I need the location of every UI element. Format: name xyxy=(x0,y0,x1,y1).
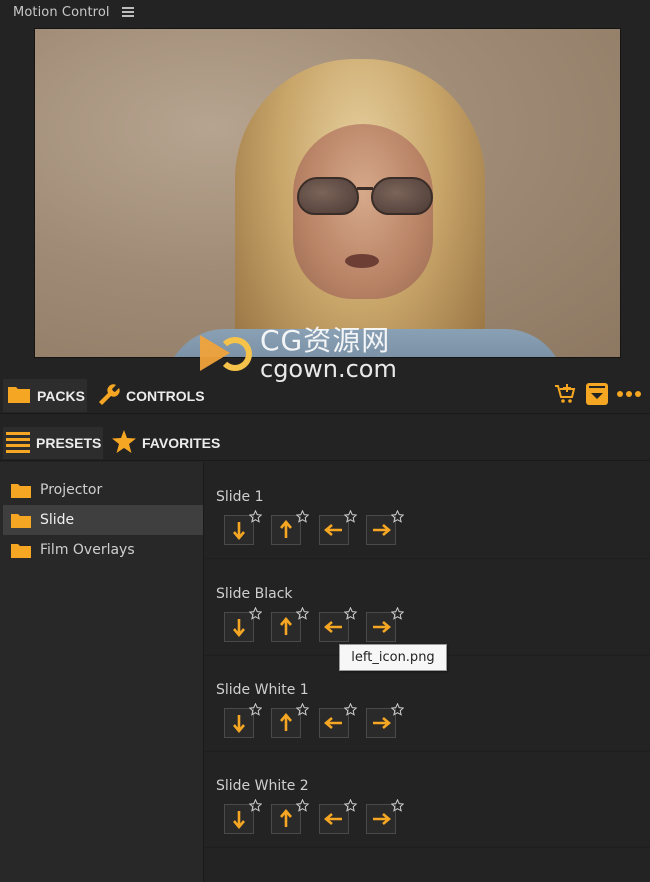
tooltip: left_icon.png xyxy=(339,644,447,671)
favorite-star-icon[interactable] xyxy=(295,508,310,523)
title-bar: Motion Control xyxy=(0,0,650,24)
favorite-star-icon[interactable] xyxy=(248,508,263,523)
favorite-star-icon[interactable] xyxy=(343,797,358,812)
tab-favorites[interactable]: FAVORITES xyxy=(112,427,227,459)
watermark-line1: CG资源网 xyxy=(260,324,391,357)
favorite-star-icon[interactable] xyxy=(343,508,358,523)
arrow-right-icon xyxy=(373,524,391,536)
favorite-star-icon[interactable] xyxy=(248,605,263,620)
sidebar-item-label: Film Overlays xyxy=(40,542,135,558)
preset-group-title: Slide White 1 xyxy=(216,682,309,698)
arrow-right-icon xyxy=(373,717,391,729)
arrow-right-icon xyxy=(373,621,391,633)
favorite-star-icon[interactable] xyxy=(390,701,405,716)
tab-packs-label: PACKS xyxy=(37,387,85,404)
sidebar-item-label: Projector xyxy=(40,482,103,498)
favorite-star-icon[interactable] xyxy=(295,701,310,716)
tab-controls[interactable]: CONTROLS xyxy=(96,379,211,412)
folder-icon xyxy=(11,483,31,498)
folder-icon xyxy=(11,543,31,558)
sidebar-item-film-overlays[interactable]: Film Overlays xyxy=(3,535,203,565)
folder-icon xyxy=(11,513,31,528)
arrow-down-icon xyxy=(233,619,245,637)
favorite-star-icon[interactable] xyxy=(343,701,358,716)
sidebar-item-label: Slide xyxy=(40,512,75,528)
panel-menu-icon[interactable] xyxy=(121,7,134,17)
add-to-cart-icon[interactable] xyxy=(552,381,578,407)
preset-group-title: Slide Black xyxy=(216,586,293,602)
arrow-left-icon xyxy=(324,717,342,729)
preset-group-title: Slide White 2 xyxy=(216,778,309,794)
favorite-star-icon[interactable] xyxy=(390,605,405,620)
arrow-left-icon xyxy=(324,813,342,825)
arrow-left-icon xyxy=(324,524,342,536)
favorite-star-icon[interactable] xyxy=(295,797,310,812)
watermark-logo-icon xyxy=(200,329,256,379)
preset-group: Slide Black xyxy=(205,560,650,656)
arrow-right-icon xyxy=(373,813,391,825)
preview-image xyxy=(34,28,621,358)
tab-controls-label: CONTROLS xyxy=(126,387,205,404)
favorite-star-icon[interactable] xyxy=(248,701,263,716)
download-icon[interactable] xyxy=(584,381,610,407)
arrow-up-icon xyxy=(280,713,292,731)
arrow-up-icon xyxy=(280,520,292,538)
arrow-down-icon xyxy=(233,715,245,733)
tab-packs[interactable]: PACKS xyxy=(3,379,87,412)
tab-favorites-label: FAVORITES xyxy=(142,435,221,451)
arrow-down-icon xyxy=(233,811,245,829)
list-icon xyxy=(6,431,30,456)
tab-presets-label: PRESETS xyxy=(36,435,102,451)
star-icon xyxy=(112,430,136,456)
preset-group-title: Slide 1 xyxy=(216,489,264,505)
arrow-up-icon xyxy=(280,617,292,635)
favorite-star-icon[interactable] xyxy=(295,605,310,620)
favorite-star-icon[interactable] xyxy=(248,797,263,812)
sub-tab-bar: PRESETS FAVORITES xyxy=(0,425,650,461)
favorite-star-icon[interactable] xyxy=(390,797,405,812)
favorite-star-icon[interactable] xyxy=(343,605,358,620)
tab-presets[interactable]: PRESETS xyxy=(3,427,103,459)
preset-group: Slide 1 xyxy=(205,463,650,559)
watermark: CG资源网 cgown.com xyxy=(200,326,397,382)
arrow-up-icon xyxy=(280,809,292,827)
folder-icon xyxy=(7,384,31,407)
wrench-icon xyxy=(96,382,120,409)
more-icon[interactable] xyxy=(616,381,642,407)
sidebar-item-slide[interactable]: Slide xyxy=(3,505,203,535)
favorite-star-icon[interactable] xyxy=(390,508,405,523)
main-tab-bar: PACKS CONTROLS xyxy=(0,376,650,414)
category-sidebar: Projector Slide Film Overlays xyxy=(0,462,204,882)
arrow-left-icon xyxy=(324,621,342,633)
panel-title: Motion Control xyxy=(13,4,110,20)
preset-group: Slide White 2 xyxy=(205,752,650,848)
arrow-down-icon xyxy=(233,522,245,540)
sidebar-item-projector[interactable]: Projector xyxy=(3,475,203,505)
